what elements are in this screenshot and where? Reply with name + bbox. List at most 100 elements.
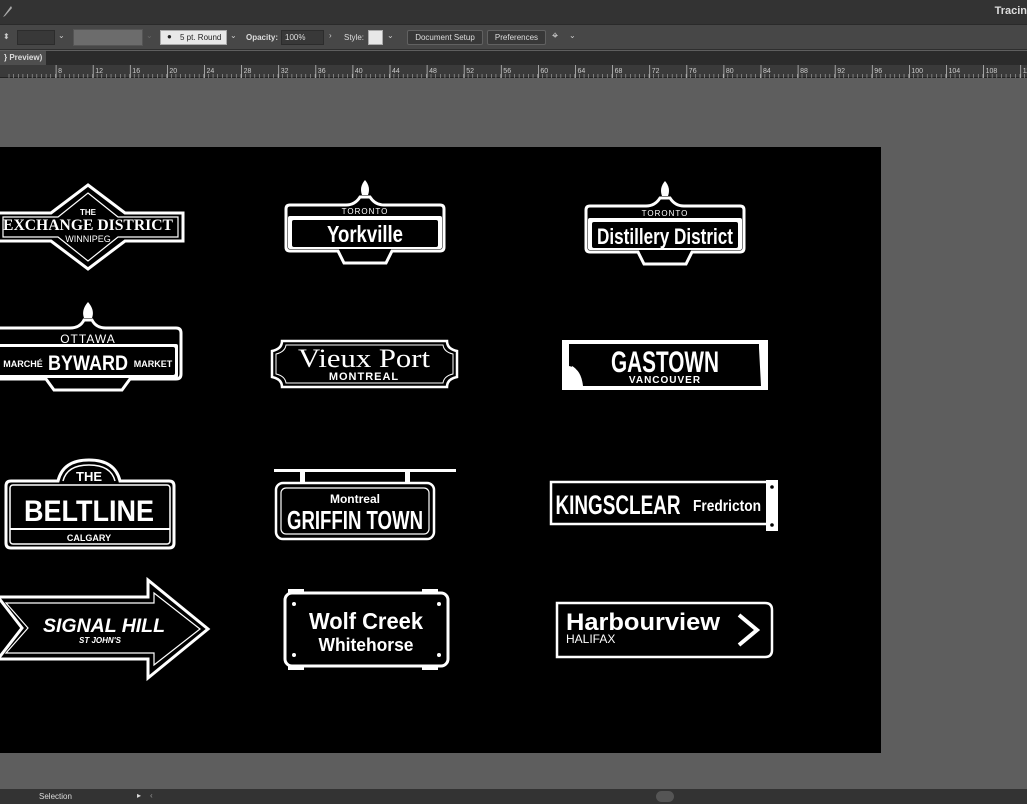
ruler-tick-label: 60 bbox=[540, 68, 548, 75]
ruler-tick-label: 112 bbox=[1023, 68, 1027, 75]
opacity-field[interactable]: 100% bbox=[281, 30, 324, 45]
byward-right: MARKET bbox=[134, 359, 173, 369]
ruler-tick-label: 76 bbox=[689, 68, 697, 75]
canvas-area[interactable]: THE EXCHANGE DISTRICT WINNIPEG TORONTO Y… bbox=[0, 78, 1027, 789]
signal-sub: ST JOHN'S bbox=[79, 636, 122, 645]
sign-griffin-town[interactable]: Montreal GRIFFIN TOWN bbox=[270, 467, 458, 543]
opacity-value: 100% bbox=[285, 33, 306, 42]
ruler-tick-label: 8 bbox=[58, 68, 62, 75]
document-tab-bar: } Preview) bbox=[0, 51, 1027, 65]
ruler-tick-label: 28 bbox=[244, 68, 252, 75]
sign-kingsclear[interactable]: KINGSCLEAR Fredricton bbox=[548, 477, 782, 533]
ruler-ticks: 8 12 16 20 24 28 32 36 40 44 48 52 56 60 64 68 72 76 80 84 8… bbox=[8, 65, 1027, 78]
control-bar: ⬍ ⌄ ⌄ ● 5 pt. Round ⌄ Opacity: 100% › St… bbox=[0, 24, 1027, 50]
brush-dot-icon: ● bbox=[167, 32, 172, 41]
ruler-tick-label: 72 bbox=[652, 68, 660, 75]
wolf-main: Wolf Creek bbox=[309, 608, 423, 634]
chevron-down-icon[interactable]: ⌄ bbox=[230, 31, 237, 40]
gastown-sub: VANCOUVER bbox=[629, 375, 701, 386]
ruler-tick-label: 100 bbox=[911, 68, 923, 75]
ruler-tick-label: 96 bbox=[874, 68, 882, 75]
document-setup-button[interactable]: Document Setup bbox=[407, 30, 483, 45]
illustrator-window: Tracin ⬍ ⌄ ⌄ ● 5 pt. Round ⌄ Opacity: 10… bbox=[0, 0, 1027, 804]
ruler-tick-label: 88 bbox=[800, 68, 808, 75]
yorkville-main: Yorkville bbox=[327, 221, 403, 247]
chevron-down-icon[interactable]: ⌄ bbox=[387, 31, 394, 40]
ruler-tick-label: 48 bbox=[429, 68, 437, 75]
sign-vieux-port[interactable]: Vieux Port MONTREAL bbox=[268, 339, 461, 391]
beltline-top: THE bbox=[76, 469, 102, 484]
kingsclear-main: KINGSCLEAR bbox=[556, 490, 681, 520]
arrange-icon[interactable]: ⌖ bbox=[552, 30, 558, 43]
stroke-weight-field[interactable] bbox=[17, 30, 55, 45]
ruler-tick-label: 32 bbox=[281, 68, 289, 75]
ruler-tick-label: 52 bbox=[466, 68, 474, 75]
sign-byward-market[interactable]: OTTAWA MARCHÉ BYWARD MARKET bbox=[0, 302, 183, 392]
wolf-sub: Whitehorse bbox=[319, 635, 414, 655]
distillery-main: Distillery District bbox=[597, 224, 734, 249]
ruler-tick-label: 24 bbox=[207, 68, 215, 75]
ruler-tick-label: 40 bbox=[355, 68, 363, 75]
ruler-tick-label: 36 bbox=[318, 68, 326, 75]
feather-logo-icon bbox=[3, 6, 12, 17]
sign-beltline[interactable]: THE BELTLINE CALGARY bbox=[3, 458, 177, 550]
brush-definition-dropdown[interactable]: ● 5 pt. Round bbox=[160, 30, 227, 45]
status-bar: Selection ▸ ‹ bbox=[0, 789, 1027, 804]
ruler-tick-label: 16 bbox=[132, 68, 140, 75]
ruler-tick-label: 80 bbox=[726, 68, 734, 75]
exchange-top: THE bbox=[80, 208, 97, 217]
sign-yorkville[interactable]: TORONTO Yorkville bbox=[282, 179, 448, 267]
horizontal-scrollbar-thumb[interactable] bbox=[656, 791, 674, 802]
ruler-tick-label: 92 bbox=[837, 68, 845, 75]
chevron-down-icon[interactable]: ⌄ bbox=[569, 31, 576, 40]
scroll-left-icon[interactable]: ‹ bbox=[150, 791, 153, 800]
ruler-tick-label: 20 bbox=[169, 68, 177, 75]
ruler-tick-label: 56 bbox=[503, 68, 511, 75]
signal-main: SIGNAL HILL bbox=[43, 616, 165, 637]
exchange-sub: WINNIPEG bbox=[65, 234, 111, 244]
title-bar: Tracin bbox=[0, 0, 1027, 24]
ruler-tick-label: 68 bbox=[615, 68, 623, 75]
window-title: Tracin bbox=[994, 5, 1027, 17]
document-tab[interactable]: } Preview) bbox=[0, 51, 47, 65]
harbour-sub: HALIFAX bbox=[566, 632, 615, 646]
chevron-down-icon[interactable]: ⌄ bbox=[58, 31, 65, 40]
vieux-main: Vieux Port bbox=[298, 344, 431, 373]
ruler-tick-label: 108 bbox=[986, 68, 998, 75]
sign-signal-hill[interactable]: SIGNAL HILL ST JOHN'S bbox=[0, 576, 214, 682]
sign-wolf-creek[interactable]: Wolf Creek Whitehorse bbox=[282, 588, 452, 672]
distillery-top: TORONTO bbox=[642, 209, 689, 218]
current-tool-label: Selection bbox=[39, 792, 72, 801]
graphic-style-swatch[interactable] bbox=[368, 30, 383, 45]
exchange-main: EXCHANGE DISTRICT bbox=[3, 217, 173, 234]
ruler-tick-label: 84 bbox=[763, 68, 771, 75]
byward-left: MARCHÉ bbox=[3, 359, 43, 369]
opacity-label: Opacity: bbox=[246, 33, 279, 42]
variable-width-profile[interactable] bbox=[73, 29, 143, 46]
horizontal-ruler[interactable]: 8 12 16 20 24 28 32 36 40 44 48 52 56 60 64 68 72 76 80 84 8… bbox=[0, 65, 1027, 78]
artboard[interactable]: THE EXCHANGE DISTRICT WINNIPEG TORONTO Y… bbox=[0, 147, 881, 753]
ruler-tick-label: 64 bbox=[578, 68, 586, 75]
griffin-top: Montreal bbox=[330, 492, 380, 506]
yorkville-top: TORONTO bbox=[342, 207, 389, 216]
sign-distillery-district[interactable]: TORONTO Distillery District bbox=[582, 180, 748, 268]
brush-label: 5 pt. Round bbox=[180, 33, 222, 42]
ruler-tick-label: 44 bbox=[392, 68, 400, 75]
preferences-button[interactable]: Preferences bbox=[487, 30, 546, 45]
griffin-main: GRIFFIN TOWN bbox=[287, 505, 423, 535]
chevron-right-icon[interactable]: › bbox=[329, 31, 332, 40]
beltline-sub: CALGARY bbox=[67, 533, 111, 543]
chevron-right-icon[interactable]: ▸ bbox=[137, 791, 141, 800]
sign-gastown[interactable]: GASTOWN VANCOUVER bbox=[560, 338, 770, 392]
vieux-sub: MONTREAL bbox=[329, 371, 399, 383]
ruler-tick-label: 12 bbox=[95, 68, 103, 75]
chevron-down-icon: ⌄ bbox=[146, 31, 153, 40]
sign-exchange-district[interactable]: THE EXCHANGE DISTRICT WINNIPEG bbox=[0, 183, 185, 273]
beltline-main: BELTLINE bbox=[24, 495, 154, 528]
sign-harbourview[interactable]: Harbourview HALIFAX bbox=[555, 601, 775, 659]
style-label: Style: bbox=[344, 33, 365, 42]
ruler-tick-label: 104 bbox=[949, 68, 961, 75]
byward-main: BYWARD bbox=[48, 352, 128, 375]
stepper-icon[interactable]: ⬍ bbox=[3, 32, 10, 41]
kingsclear-sub: Fredricton bbox=[693, 498, 761, 515]
